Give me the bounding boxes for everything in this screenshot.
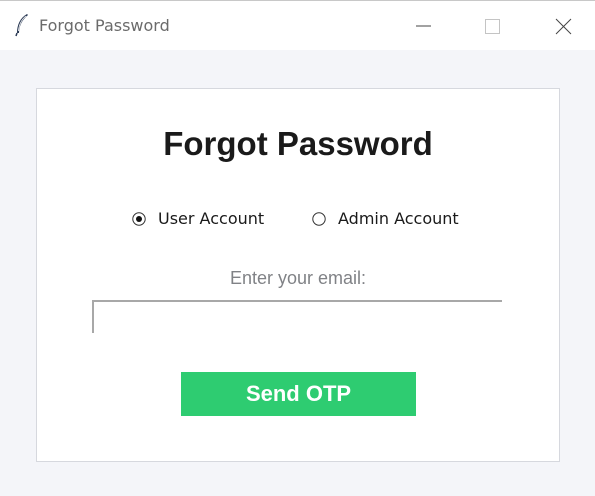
radio-admin-account-label[interactable]: Admin Account xyxy=(338,209,459,228)
window-title: Forgot Password xyxy=(39,16,170,35)
page-title: Forgot Password xyxy=(163,125,433,162)
feather-icon xyxy=(14,13,30,37)
radio-unselected-icon[interactable] xyxy=(312,211,326,226)
forgot-password-card: Forgot Password User Account Admin Accou… xyxy=(36,88,560,462)
minimize-icon xyxy=(416,25,431,27)
app-window: Forgot Password Forgot Password User Acc… xyxy=(0,0,595,496)
title-bar[interactable]: Forgot Password xyxy=(0,1,595,50)
email-label: Enter your email: xyxy=(229,268,367,288)
minimize-button[interactable] xyxy=(400,1,446,50)
send-otp-button[interactable]: Send OTP xyxy=(181,372,416,416)
radio-admin-account[interactable]: Admin Account xyxy=(312,208,482,230)
radio-user-account[interactable]: User Account xyxy=(132,208,282,230)
radio-selected-icon[interactable] xyxy=(132,211,146,226)
close-button[interactable] xyxy=(540,1,586,50)
close-icon xyxy=(555,18,572,35)
email-input[interactable] xyxy=(92,300,502,333)
radio-user-account-label[interactable]: User Account xyxy=(158,209,264,228)
maximize-button[interactable] xyxy=(469,1,515,50)
maximize-icon xyxy=(485,19,500,34)
